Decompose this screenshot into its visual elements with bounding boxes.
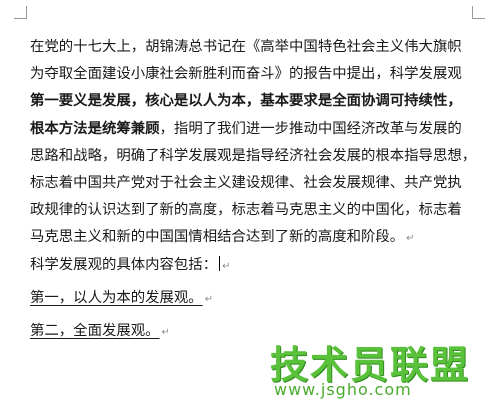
document-line: 马克思主义和新的中国国情相结合达到了新的高度和阶段。 ↵	[30, 229, 415, 246]
document-line: 标志着中国共产党对于社会主义建设规律、社会发展规律、共产党执	[30, 174, 462, 191]
page-corner-mark-top-right	[472, 6, 485, 19]
document-line: 政规律的认识达到了新的高度，标志着马克思主义的中国化，标志着	[30, 202, 462, 219]
text-cursor	[219, 255, 221, 271]
document-line: 思路和战略，明确了科学发展观是指导经济社会发展的根本指导思想，	[30, 147, 477, 164]
paragraph-mark-icon: ↵	[222, 260, 231, 272]
paragraph-mark-icon: ↵	[406, 233, 415, 245]
watermark-logo: 技术员联盟 www.jsgho.com	[262, 332, 492, 402]
document-line: 科学发展观的具体内容包括： ↵	[30, 255, 231, 273]
paragraph-mark-icon: ↵	[161, 326, 170, 338]
watermark-url: www.jsgho.com	[274, 380, 412, 399]
document-body[interactable]: 在党的十七大上，胡锦涛总书记在《高举中国特色社会主义伟大旗帜 为夺取全面建设小康…	[30, 34, 480, 345]
document-line: 在党的十七大上，胡锦涛总书记在《高举中国特色社会主义伟大旗帜	[30, 39, 462, 55]
document-line: 为夺取全面建设小康社会新胜利而奋斗》的报告中提出，科学发展观	[30, 66, 462, 83]
bold-phrase: 根本方法是统筹兼顾	[30, 120, 160, 137]
page-corner-mark-top-left	[14, 6, 27, 19]
list-item: 第一，以人为本的发展观。 ↵	[30, 289, 214, 306]
paragraph-mark-icon: ↵	[204, 293, 214, 305]
document-line-bold: 第一要义是发展，核心是以人为本，基本要求是全面协调可持续性，	[30, 93, 462, 110]
document-line: 根本方法是统筹兼顾，指明了我们进一步推动中国经济改革与发展的	[30, 120, 462, 137]
